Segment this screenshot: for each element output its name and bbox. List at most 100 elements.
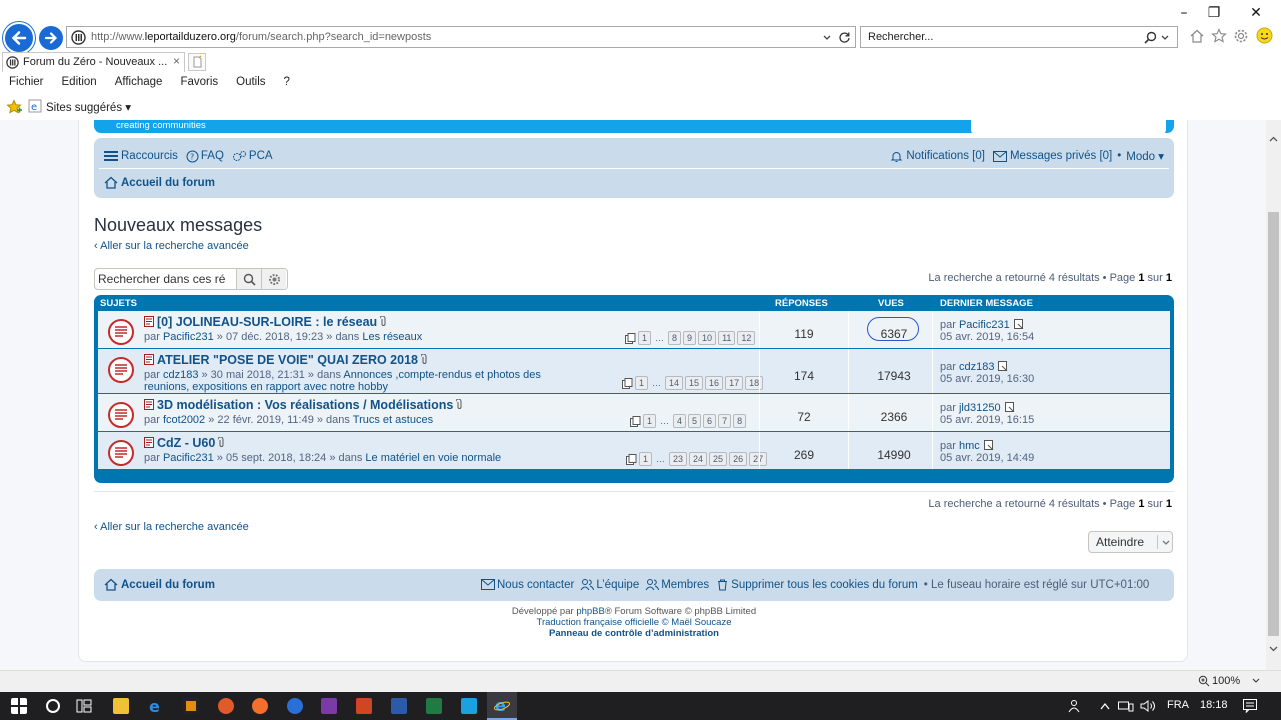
admin-panel-link[interactable]: Panneau de contrôle d’administration — [549, 628, 719, 639]
forum-link[interactable]: Le matériel en voie normale — [365, 452, 501, 464]
members-link[interactable]: Membres — [645, 578, 709, 591]
browser-tab[interactable]: Forum du Zéro - Nouveaux ... × — [2, 52, 185, 72]
page-link[interactable]: 8 — [668, 331, 682, 345]
page-link[interactable]: 26 — [729, 452, 748, 466]
home-icon[interactable] — [1189, 28, 1205, 44]
excel-icon[interactable] — [426, 698, 442, 714]
app-icon[interactable] — [287, 698, 303, 714]
page-link[interactable]: 18 — [745, 376, 764, 390]
page-link[interactable]: 5 — [688, 414, 702, 428]
last-author-link[interactable]: cdz183 — [959, 361, 994, 373]
menu-edition[interactable]: Edition — [53, 76, 106, 92]
powerpoint-icon[interactable] — [356, 698, 372, 714]
skype-icon[interactable] — [461, 698, 477, 714]
forum-link-cont[interactable]: reunions, expositions en rapport avec no… — [144, 381, 388, 393]
forum-link[interactable]: Trucs et astuces — [353, 414, 433, 426]
last-author-link[interactable]: hmc — [959, 440, 980, 452]
page-link[interactable]: 11 — [718, 331, 736, 345]
goto-last-post-icon[interactable] — [1004, 402, 1015, 412]
advanced-search-link-bottom[interactable]: ‹ Aller sur la recherche avancée — [94, 521, 249, 533]
header-search-input[interactable] — [971, 120, 1166, 134]
author-link[interactable]: fcot2002 — [163, 414, 205, 426]
firefox-icon[interactable] — [252, 698, 268, 714]
page-link[interactable]: 23 — [669, 452, 688, 466]
ie-taskbar-button[interactable]: e — [487, 692, 517, 720]
page-link[interactable]: 7 — [718, 414, 732, 428]
address-bar[interactable]: http://www.leportailduzero.org/forum/sea… — [66, 26, 856, 48]
advanced-search-button[interactable] — [261, 269, 286, 289]
last-author-link[interactable]: Pacific231 — [959, 319, 1010, 331]
page-link[interactable]: 1 — [639, 452, 653, 466]
media-player-icon[interactable] — [183, 698, 199, 714]
author-link[interactable]: Pacific231 — [163, 452, 214, 464]
smiley-feedback-icon[interactable] — [1256, 27, 1273, 44]
modo-menu[interactable]: Modo ▾ — [1126, 149, 1164, 163]
app-icon[interactable] — [218, 698, 234, 714]
gear-icon[interactable] — [1233, 28, 1249, 44]
menu-favoris[interactable]: Favoris — [171, 76, 227, 92]
page-link[interactable]: 1 — [643, 414, 657, 428]
topic-title-link[interactable]: 3D modélisation : Vos réalisations / Mod… — [144, 398, 463, 412]
goto-last-post-icon[interactable] — [983, 440, 994, 450]
scrollbar-thumb[interactable] — [1268, 212, 1279, 636]
vertical-scrollbar[interactable] — [1266, 120, 1281, 670]
refresh-icon[interactable] — [838, 31, 851, 44]
search-button[interactable] — [236, 269, 261, 289]
edge-icon[interactable]: e — [148, 698, 164, 714]
maximize-button[interactable]: ❐ — [1194, 2, 1234, 24]
footer-index-link[interactable]: Accueil du forum — [104, 578, 215, 591]
word-icon[interactable] — [391, 698, 407, 714]
page-link[interactable]: 15 — [685, 376, 704, 390]
search-results-input[interactable]: Rechercher dans ces ré — [95, 269, 236, 289]
advanced-search-link[interactable]: ‹ Aller sur la recherche avancée — [94, 240, 249, 252]
notification-center-icon[interactable] — [1243, 699, 1257, 713]
pca-link[interactable]: PCA — [232, 150, 273, 163]
translator-link[interactable]: Maël Soucaze — [671, 617, 731, 628]
page-link[interactable]: 12 — [737, 331, 756, 345]
scroll-down-icon[interactable] — [1269, 646, 1278, 652]
suggested-sites-link[interactable]: Sites suggérés ▾ — [46, 100, 131, 114]
browser-search-box[interactable]: Rechercher... — [860, 26, 1178, 48]
topic-title-link[interactable]: ATELIER "POSE DE VOIE" QUAI ZERO 2018 — [144, 353, 428, 367]
forum-link[interactable]: Annonces ,compte-rendus et photos des — [343, 369, 541, 381]
page-link[interactable]: 8 — [733, 414, 747, 428]
page-link[interactable]: 6 — [703, 414, 717, 428]
star-favorites-icon[interactable] — [1211, 28, 1227, 44]
private-messages-link[interactable]: Messages privés [0] — [992, 150, 1112, 162]
page-link[interactable]: 9 — [683, 331, 697, 345]
cortana-search-icon[interactable] — [45, 698, 61, 714]
forum-link[interactable]: Les réseaux — [362, 331, 422, 343]
phpbb-link[interactable]: phpBB — [576, 606, 605, 617]
page-link[interactable]: 1 — [635, 376, 649, 390]
contact-link[interactable]: Nous contacter — [481, 579, 574, 591]
dropdown-icon[interactable] — [1161, 35, 1169, 41]
close-tab-icon[interactable]: × — [173, 54, 180, 68]
clock[interactable]: 18:18 — [1200, 699, 1228, 711]
page-link[interactable]: 17 — [725, 376, 744, 390]
menu-outils[interactable]: Outils — [227, 76, 274, 92]
onenote-icon[interactable] — [321, 698, 337, 714]
goto-last-post-icon[interactable] — [998, 360, 1008, 371]
page-link[interactable]: 1 — [638, 331, 652, 345]
language-indicator[interactable]: FRA — [1167, 699, 1189, 711]
page-link[interactable]: 24 — [689, 452, 708, 466]
delete-cookies-link[interactable]: Supprimer tous les cookies du forum — [717, 579, 918, 591]
close-window-button[interactable]: ✕ — [1236, 2, 1276, 24]
page-link[interactable]: 14 — [665, 376, 684, 390]
page-link[interactable]: 4 — [673, 414, 687, 428]
dropdown-icon[interactable] — [823, 34, 831, 42]
scroll-up-icon[interactable] — [1269, 136, 1278, 142]
back-button[interactable] — [3, 22, 35, 54]
goto-last-post-icon[interactable] — [1013, 319, 1024, 329]
forward-button[interactable] — [39, 26, 63, 50]
show-hidden-icons-icon[interactable] — [1100, 702, 1110, 710]
page-link[interactable]: 16 — [705, 376, 724, 390]
volume-icon[interactable] — [1140, 699, 1156, 713]
page-link[interactable]: 25 — [709, 452, 728, 466]
people-icon[interactable] — [1068, 699, 1082, 713]
topic-title-link[interactable]: CdZ - U60 — [144, 436, 225, 450]
windows-start-icon[interactable] — [11, 698, 27, 714]
file-explorer-icon[interactable] — [113, 698, 129, 714]
notifications-link[interactable]: Notifications [0] — [890, 150, 985, 163]
team-link[interactable]: L’équipe — [580, 578, 639, 591]
